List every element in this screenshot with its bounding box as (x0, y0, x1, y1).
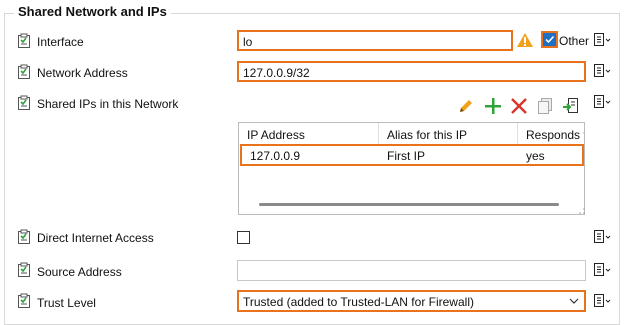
warning-icon (517, 33, 533, 47)
shared-ips-row (17, 95, 33, 114)
checkmark-icon (545, 35, 555, 44)
column-header-alias[interactable]: Alias for this IP (379, 123, 518, 145)
template-menu-icon (594, 230, 611, 243)
config-row-icon (17, 229, 31, 245)
config-row-icon (17, 64, 31, 80)
interface-input[interactable]: lo (237, 30, 513, 51)
config-row-icon (17, 33, 31, 49)
source-address-label: Source Address (37, 265, 122, 279)
ip-cell: 127.0.0.9 (250, 149, 301, 163)
template-menu-icon (594, 33, 611, 46)
template-menu-icon (594, 263, 611, 276)
direct-internet-template-button[interactable] (592, 229, 612, 248)
alias-cell: First IP (387, 149, 425, 163)
trust-level-row (17, 293, 33, 312)
shared-ips-label: Shared IPs in this Network (37, 97, 179, 111)
config-row-icon (17, 95, 31, 111)
resize-grip-icon[interactable] (578, 207, 586, 215)
column-header-responds[interactable]: Responds to (518, 123, 584, 145)
template-menu-icon (594, 64, 611, 77)
shared-ips-template-button[interactable] (592, 94, 612, 113)
network-address-label: Network Address (37, 66, 128, 80)
network-address-input[interactable]: 127.0.0.9/32 (237, 61, 586, 82)
delete-icon[interactable] (510, 97, 528, 115)
direct-internet-row (17, 229, 33, 248)
import-icon[interactable] (562, 97, 580, 115)
source-address-row (17, 262, 33, 281)
trust-level-label: Trust Level (37, 296, 96, 310)
config-row-icon (17, 262, 31, 278)
source-address-input[interactable] (237, 260, 586, 281)
direct-internet-label: Direct Internet Access (37, 231, 154, 245)
group-title: Shared Network and IPs (14, 4, 171, 19)
trust-level-template-button[interactable] (592, 293, 612, 312)
edit-icon[interactable] (457, 97, 475, 115)
responds-cell: yes (526, 149, 545, 163)
network-address-row (17, 64, 33, 83)
chevron-down-icon (569, 298, 579, 304)
trust-level-value: Trusted (added to Trusted-LAN for Firewa… (243, 295, 474, 309)
interface-row (17, 33, 33, 52)
source-address-template-button[interactable] (592, 262, 612, 281)
column-header-ip[interactable]: IP Address (239, 123, 379, 145)
template-menu-icon (594, 294, 611, 307)
template-menu-icon (594, 95, 611, 108)
trust-level-select[interactable]: Trusted (added to Trusted-LAN for Firewa… (237, 290, 586, 312)
network-address-template-button[interactable] (592, 63, 612, 82)
interface-label: Interface (37, 35, 84, 49)
table-row[interactable]: 127.0.0.9 First IP yes (240, 144, 584, 166)
interface-template-button[interactable] (592, 32, 612, 51)
shared-ips-table: IP Address Alias for this IP Responds to… (238, 122, 585, 215)
add-icon[interactable] (484, 97, 502, 115)
other-checkbox[interactable] (543, 33, 556, 46)
other-label: Other (559, 34, 590, 48)
horizontal-scrollbar[interactable] (259, 203, 559, 206)
config-row-icon (17, 293, 31, 309)
copy-icon[interactable] (536, 97, 554, 115)
direct-internet-checkbox[interactable] (237, 231, 250, 244)
